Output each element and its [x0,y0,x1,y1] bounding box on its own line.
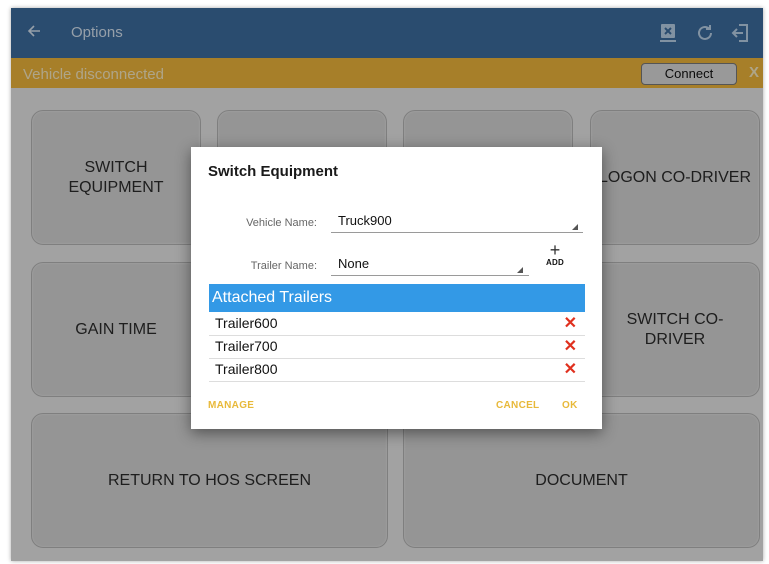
vehicle-name-underline [331,232,583,233]
manage-button[interactable]: MANAGE [208,400,254,411]
dropdown-arrow-icon[interactable] [572,224,578,230]
trailer-name: Trailer600 [215,315,278,331]
app-window: Options Vehicle disconnected Connect X S… [11,8,763,561]
remove-icon[interactable]: ✕ [564,360,577,380]
plus-icon: + [549,240,561,260]
remove-icon[interactable]: ✕ [564,337,577,357]
trailer-name: Trailer700 [215,338,278,354]
list-item: Trailer600 ✕ [209,313,585,336]
trailer-name-underline [331,275,529,276]
vehicle-name-value[interactable]: Truck900 [338,213,392,228]
add-label: ADD [546,258,564,267]
list-item: Trailer800 ✕ [209,359,585,382]
dropdown-arrow-icon[interactable] [517,267,523,273]
remove-icon[interactable]: ✕ [564,314,577,334]
trailer-name-value[interactable]: None [338,256,369,271]
add-trailer-button[interactable]: + ADD [542,240,568,267]
dialog-title: Switch Equipment [208,163,339,180]
ok-button[interactable]: OK [562,400,578,411]
attached-trailers-header: Attached Trailers [209,284,585,312]
switch-equipment-dialog: Switch Equipment Vehicle Name: Truck900 … [191,147,602,429]
trailer-name: Trailer800 [215,361,278,377]
trailer-name-label: Trailer Name: [250,260,317,272]
vehicle-name-label: Vehicle Name: [246,217,317,229]
list-item: Trailer700 ✕ [209,336,585,359]
cancel-button[interactable]: CANCEL [496,400,539,411]
